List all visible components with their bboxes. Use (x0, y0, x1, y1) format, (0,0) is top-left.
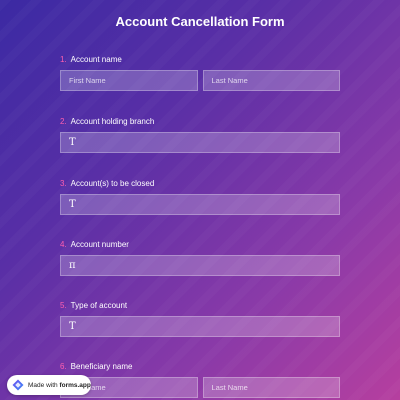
text-type-icon: T (69, 137, 76, 148)
accounts-to-be-closed-input[interactable]: T (60, 194, 340, 215)
forms-app-logo-icon (12, 379, 24, 391)
cancellation-form: Account Cancellation Form 1. Account name… (0, 0, 400, 400)
form-title: Account Cancellation Form (115, 14, 285, 29)
type-of-account-input[interactable]: T (60, 316, 340, 337)
question-label: Account name (70, 55, 122, 64)
question-account-holding-branch: 2. Account holding branch T (60, 116, 340, 153)
question-label: Type of account (70, 301, 128, 310)
account-holding-branch-input[interactable]: T (60, 132, 340, 153)
question-number: 6. (60, 362, 67, 371)
made-with-forms-app-badge[interactable]: Made with forms.app (7, 375, 91, 395)
first-name-input[interactable]: First Name (60, 70, 198, 91)
question-number: 4. (60, 240, 67, 249)
text-type-icon: T (69, 321, 76, 332)
question-beneficiary-name: 6.Beneficiary name First Name Last Name (60, 361, 340, 398)
badge-brand: forms.app (59, 381, 91, 389)
question-type-of-account: 5. Type of account T (60, 300, 340, 337)
question-number: 2. (60, 117, 67, 126)
question-label: Account holding branch (70, 117, 155, 126)
question-label: Beneficiary name (70, 362, 133, 371)
question-account-name: 1. Account name First Name Last Name (60, 54, 340, 91)
text-type-icon: T (69, 199, 76, 210)
number-type-icon: π (69, 260, 76, 271)
question-accounts-to-be-closed: 3. Account(s) to be closed T (60, 178, 340, 215)
beneficiary-last-name-input[interactable]: Last Name (202, 377, 340, 398)
question-label: Account number (70, 240, 129, 249)
question-label: Account(s) to be closed (70, 179, 155, 188)
last-name-input[interactable]: Last Name (202, 70, 340, 91)
account-number-input[interactable]: π (60, 255, 340, 276)
question-account-number: 4. Account number π (60, 239, 340, 276)
question-number: 3. (60, 179, 67, 188)
question-number: 1. (60, 55, 67, 64)
question-number: 5. (60, 301, 67, 310)
